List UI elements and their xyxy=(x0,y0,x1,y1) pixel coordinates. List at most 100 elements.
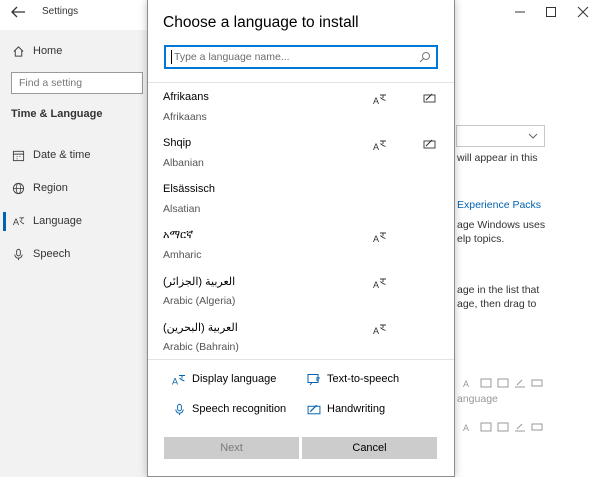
svg-text:A: A xyxy=(12,217,19,227)
language-search-input[interactable]: Type a language name... xyxy=(164,45,438,69)
text-fragment-5: age in the list that xyxy=(457,284,540,296)
speech-icon xyxy=(480,377,492,389)
microphone-icon xyxy=(11,247,25,261)
nav-home-label: Home xyxy=(33,45,63,57)
language-english-name: Albanian xyxy=(163,157,204,169)
globe-icon xyxy=(11,181,25,195)
section-title: Time & Language xyxy=(11,108,103,120)
handwriting-icon xyxy=(307,402,321,416)
text-caret xyxy=(171,50,172,64)
cancel-button[interactable]: Cancel xyxy=(302,437,437,459)
display-language-icon: A xyxy=(463,377,475,389)
svg-text:A: A xyxy=(373,96,379,105)
list-item[interactable]: العربية (الجزائر) Arabic (Algeria) A xyxy=(148,267,454,313)
list-item[interactable]: Elsässisch Alsatian xyxy=(148,175,454,221)
language-feature-icons-row-1: A xyxy=(463,377,543,389)
next-button[interactable]: Next xyxy=(164,437,299,459)
language-english-name: Amharic xyxy=(163,249,202,261)
svg-text:A: A xyxy=(463,379,469,389)
language-english-name: Afrikaans xyxy=(163,111,207,123)
handwriting-icon xyxy=(423,93,436,103)
language-native-name: አማርኛ xyxy=(163,229,194,241)
dialog-title: Choose a language to install xyxy=(163,14,359,31)
window-title: Settings xyxy=(42,6,79,17)
language-english-name: Arabic (Algeria) xyxy=(163,295,236,307)
microphone-icon xyxy=(172,402,186,416)
nav-speech[interactable]: Speech xyxy=(11,247,70,261)
display-language-icon: A xyxy=(463,421,475,433)
svg-text:A: A xyxy=(172,376,178,386)
find-setting-placeholder: Find a setting xyxy=(19,77,83,89)
chevron-down-icon xyxy=(528,133,538,139)
nav-speech-label: Speech xyxy=(33,248,71,260)
language-native-name: Elsässisch xyxy=(163,183,215,195)
list-item[interactable]: العربية (البحرين) Arabic (Bahrain) A xyxy=(148,313,454,359)
legend-text-to-speech-label: Text-to-speech xyxy=(327,373,400,385)
legend-speech-recognition: Speech recognition xyxy=(172,402,286,416)
legend-text-to-speech: Text-to-speech xyxy=(307,372,399,386)
language-icon: A xyxy=(11,214,25,228)
language-english-name: Arabic (Bahrain) xyxy=(163,341,239,353)
legend-display-language-label: Display language xyxy=(192,373,277,385)
nav-language-label: Language xyxy=(33,215,82,227)
display-language-icon: A xyxy=(373,324,386,335)
language-list[interactable]: Afrikaans Afrikaans A Shqip Albanian A E… xyxy=(148,82,454,360)
nav-region-label: Region xyxy=(33,182,68,194)
keyboard-icon xyxy=(531,421,543,433)
find-setting-input[interactable]: Find a setting xyxy=(11,72,143,94)
legend-handwriting-label: Handwriting xyxy=(327,403,386,415)
svg-text:A: A xyxy=(373,142,379,151)
svg-text:A: A xyxy=(463,423,469,433)
search-placeholder: Type a language name... xyxy=(174,51,290,63)
minimize-icon[interactable] xyxy=(514,6,526,18)
display-language-icon: A xyxy=(373,232,386,243)
svg-text:A: A xyxy=(373,326,379,335)
maximize-icon[interactable] xyxy=(545,6,557,18)
windows-display-language-dropdown[interactable] xyxy=(456,125,545,147)
legend-speech-recognition-label: Speech recognition xyxy=(192,403,287,415)
close-icon[interactable] xyxy=(577,6,589,18)
nav-region[interactable]: Region xyxy=(11,181,68,195)
language-native-name: العربية (البحرين) xyxy=(163,322,238,334)
text-fragment-6: age, then drag to xyxy=(457,298,537,310)
display-language-icon: A xyxy=(373,94,386,105)
selected-indicator xyxy=(3,212,6,231)
tts-icon xyxy=(497,377,509,389)
text-fragment-7: anguage xyxy=(457,393,498,405)
svg-text:A: A xyxy=(373,234,379,243)
language-feature-icons-row-2: A xyxy=(463,421,543,433)
text-fragment-1: will appear in this xyxy=(457,152,538,164)
handwriting-icon xyxy=(514,377,526,389)
search-icon[interactable] xyxy=(419,51,431,63)
back-arrow-icon[interactable] xyxy=(10,5,26,19)
nav-language[interactable]: A Language xyxy=(11,214,82,228)
nav-home[interactable]: Home xyxy=(11,44,62,58)
legend-handwriting: Handwriting xyxy=(307,402,385,416)
keyboard-icon xyxy=(531,377,543,389)
list-item[interactable]: Afrikaans Afrikaans A xyxy=(148,83,454,129)
language-native-name: Shqip xyxy=(163,137,192,149)
text-fragment-3: age Windows uses xyxy=(457,219,546,231)
tts-icon xyxy=(497,421,509,433)
speech-icon xyxy=(480,421,492,433)
list-item[interactable]: አማርኛ Amharic A xyxy=(148,221,454,267)
nav-date-time-label: Date & time xyxy=(33,149,91,161)
svg-text:A: A xyxy=(373,280,379,289)
display-language-icon: A xyxy=(373,140,386,151)
experience-packs-link[interactable]: Experience Packs xyxy=(457,199,541,211)
text-to-speech-icon xyxy=(307,372,321,386)
display-language-icon: A xyxy=(172,372,186,386)
language-native-name: العربية (الجزائر) xyxy=(163,276,236,288)
nav-date-time[interactable]: Date & time xyxy=(11,148,90,162)
list-item[interactable]: Shqip Albanian A xyxy=(148,129,454,175)
language-native-name: Afrikaans xyxy=(163,91,209,103)
display-language-icon: A xyxy=(373,278,386,289)
handwriting-icon xyxy=(514,421,526,433)
home-icon xyxy=(11,44,25,58)
calendar-icon xyxy=(11,148,25,162)
handwriting-icon xyxy=(423,139,436,149)
language-english-name: Alsatian xyxy=(163,203,201,215)
legend-display-language: A Display language xyxy=(172,372,276,386)
choose-language-dialog: Choose a language to install Type a lang… xyxy=(147,0,455,477)
text-fragment-4: elp topics. xyxy=(457,233,505,245)
